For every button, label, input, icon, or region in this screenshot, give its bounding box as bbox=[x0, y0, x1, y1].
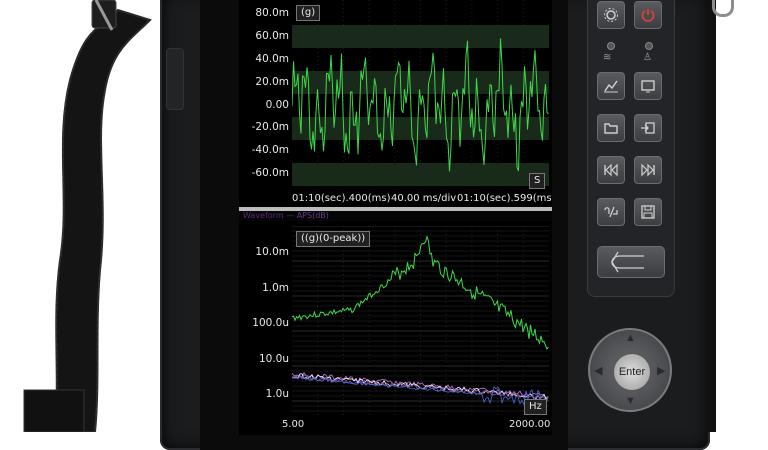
enter-button[interactable]: Enter bbox=[613, 353, 651, 391]
bottom-y-tick: 10.0u bbox=[258, 353, 289, 365]
export-key[interactable] bbox=[634, 114, 662, 142]
bottom-x-unit-label[interactable]: Hz bbox=[524, 399, 547, 415]
save-key[interactable] bbox=[634, 198, 662, 226]
top-y-tick: -60.0m bbox=[251, 167, 289, 179]
power-key[interactable] bbox=[634, 1, 662, 29]
time-start: 01:10(sec).400(ms) bbox=[292, 193, 391, 204]
top-y-tick: 20.0m bbox=[255, 76, 289, 88]
grid-band bbox=[292, 163, 549, 186]
spectrum-plot[interactable] bbox=[291, 225, 549, 415]
top-y-tick: -20.0m bbox=[251, 121, 289, 133]
rewind-key[interactable] bbox=[597, 156, 625, 184]
return-arrow-icon bbox=[611, 251, 644, 273]
skip-forward-icon bbox=[641, 163, 655, 177]
bottom-y-tick: 100.0u bbox=[252, 317, 289, 329]
legend-strip: Waveform — APS(dB) bbox=[239, 211, 552, 221]
back-key[interactable] bbox=[597, 246, 665, 278]
top-y-tick: -40.0m bbox=[251, 144, 289, 156]
monitor-icon bbox=[641, 80, 655, 93]
floppy-disk-icon bbox=[641, 205, 655, 219]
top-x-unit-label[interactable]: S bbox=[529, 173, 546, 189]
skip-back-icon bbox=[604, 163, 618, 177]
legend-separator: — bbox=[286, 211, 295, 220]
chart-key[interactable] bbox=[597, 72, 625, 100]
bottom-y-tick: 10.0m bbox=[255, 246, 289, 258]
bottom-unit-label[interactable]: ((g)(0-peak)) bbox=[296, 231, 371, 247]
top-y-tick: 40.0m bbox=[255, 53, 289, 65]
top-y-tick: 80.0m bbox=[255, 7, 289, 19]
device-right-edge bbox=[708, 0, 716, 432]
nav-up-icon[interactable]: ▲ bbox=[625, 332, 636, 344]
export-icon bbox=[641, 122, 655, 134]
freq-start: 5.00 bbox=[282, 419, 305, 430]
time-waveform-plot[interactable] bbox=[291, 0, 549, 188]
legend-item-1: Waveform bbox=[243, 211, 284, 220]
bottom-y-tick: 1.0m bbox=[262, 282, 289, 294]
top-unit-label[interactable]: (g) bbox=[296, 5, 321, 21]
user-icon: ♙ bbox=[643, 52, 652, 63]
line-chart-icon bbox=[604, 80, 618, 93]
nav-right-icon[interactable]: ▶ bbox=[657, 364, 665, 377]
bottom-y-tick: 1.0u bbox=[265, 388, 289, 400]
screen: (g) S 01:10(sec).400(ms) 40.00 ms/div 01… bbox=[239, 0, 552, 435]
strap-hook bbox=[712, 0, 734, 17]
status-led bbox=[645, 42, 653, 50]
gear-icon bbox=[604, 8, 618, 22]
wifi-led bbox=[607, 42, 615, 50]
legend-item-2: APS(dB) bbox=[296, 211, 329, 220]
folder-icon bbox=[604, 123, 618, 134]
top-y-tick: 0.00 bbox=[265, 99, 289, 111]
nav-left-icon[interactable]: ◀ bbox=[594, 364, 602, 377]
time-waveform-graph bbox=[291, 0, 549, 188]
display-key[interactable] bbox=[634, 72, 662, 100]
spectrum-graph bbox=[291, 225, 549, 415]
settings-key[interactable] bbox=[597, 1, 625, 29]
freq-end: 2000.00 bbox=[509, 419, 551, 430]
time-end: 01:10(sec).599(ms) bbox=[457, 193, 552, 204]
folder-key[interactable] bbox=[597, 114, 625, 142]
top-y-tick: 60.0m bbox=[255, 30, 289, 42]
side-key[interactable] bbox=[166, 48, 184, 110]
toggle-key[interactable] bbox=[597, 198, 625, 226]
forward-key[interactable] bbox=[634, 156, 662, 184]
carry-strap bbox=[23, 0, 152, 432]
power-icon bbox=[641, 9, 655, 22]
nav-down-icon[interactable]: ▼ bbox=[625, 395, 636, 407]
spectrum-trace bbox=[291, 234, 549, 350]
slash-toggle-icon bbox=[604, 206, 618, 218]
time-per-division: 40.00 ms/div bbox=[391, 193, 457, 204]
wifi-icon: ≋ bbox=[603, 52, 612, 63]
